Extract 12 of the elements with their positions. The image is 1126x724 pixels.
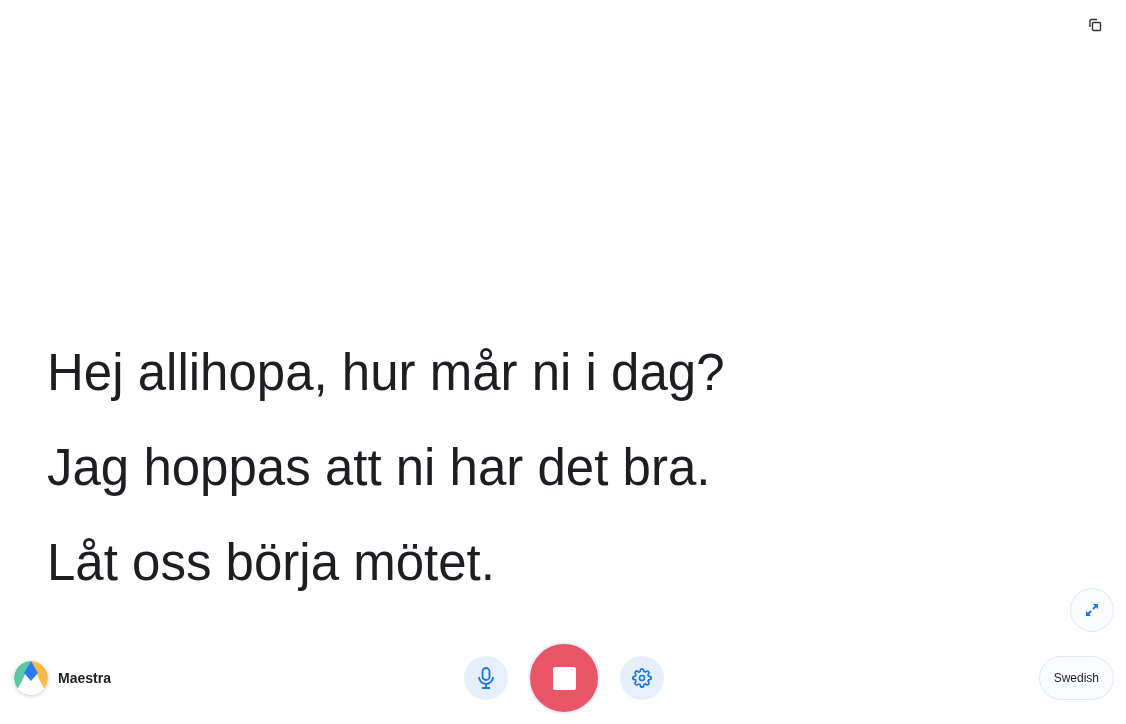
microphone-button[interactable] [464, 656, 508, 700]
language-button[interactable]: Swedish [1038, 656, 1114, 700]
transcript-line: Jag hoppas att ni har det bra. [47, 438, 712, 498]
copy-icon[interactable] [1086, 16, 1104, 34]
settings-button[interactable] [620, 656, 664, 700]
microphone-icon [477, 667, 495, 689]
brand-name: Maestra [58, 670, 111, 686]
transcript-line: Låt oss börja mötet. [47, 533, 496, 593]
settings-icon [632, 668, 652, 688]
transcript-line: Hej allihopa, hur mår ni i dag? [47, 343, 726, 403]
logo-icon [14, 661, 48, 695]
expand-icon [1085, 603, 1099, 617]
